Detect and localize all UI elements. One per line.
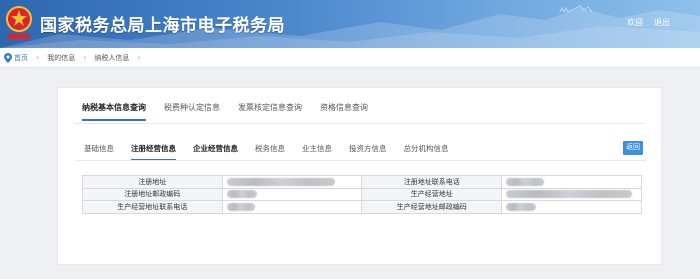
main-card: 纳税基本信息查询 税费种认定信息 发票核定信息查询 资格信息查询 基础信息 注册… — [57, 87, 662, 265]
field-value-redacted — [501, 200, 642, 214]
breadcrumb-my-info[interactable]: 我的信息 — [47, 53, 75, 63]
subtab-investor-info[interactable]: 投资方信息 — [349, 143, 387, 161]
site-header: 国家税务总局上海市电子税务局 欢迎 退出 — [0, 0, 700, 48]
field-label: 注册地址 — [82, 175, 223, 189]
top-tab-bar: 纳税基本信息查询 税费种认定信息 发票核定信息查询 资格信息查询 — [82, 102, 386, 121]
chevron-right-icon: › — [36, 53, 40, 62]
subtab-tax-info[interactable]: 税务信息 — [255, 143, 285, 161]
welcome-text: 欢迎 — [627, 18, 643, 27]
table-row: 生产经营地址联系电话 生产经营地址邮政编码 — [82, 200, 642, 214]
sub-tab-bar: 基础信息 注册经营信息 企业经营信息 税务信息 业主信息 投资方信息 总分机构信… — [84, 143, 466, 161]
subtab-divider — [76, 160, 646, 161]
tab-tax-type-recognition[interactable]: 税费种认定信息 — [164, 102, 220, 121]
breadcrumb: 首页 › 我的信息 › 纳税人信息 › — [0, 48, 700, 68]
return-button[interactable]: 返回 — [623, 141, 643, 155]
location-pin-icon — [4, 52, 12, 63]
registration-info-table: 注册地址 注册地址联系电话 注册地址邮政编码 生产经营地址 生产经营地址联系电话… — [82, 175, 642, 214]
chevron-right-icon: › — [137, 53, 141, 62]
field-label: 注册地址联系电话 — [361, 175, 502, 189]
field-value-redacted — [221, 200, 363, 214]
logout-link[interactable]: 退出 — [654, 17, 670, 28]
tab-invoice-approval[interactable]: 发票核定信息查询 — [238, 102, 302, 121]
breadcrumb-home[interactable]: 首页 — [14, 53, 28, 63]
subtab-registration-info[interactable]: 注册经营信息 — [131, 143, 176, 161]
subtab-branch-info[interactable]: 总分机构信息 — [404, 143, 449, 161]
subtab-owner-info[interactable]: 业主信息 — [302, 143, 332, 161]
breadcrumb-taxpayer-info: 纳税人信息 — [94, 53, 130, 62]
field-value-redacted — [221, 175, 363, 189]
subtab-enterprise-info[interactable]: 企业经营信息 — [193, 143, 238, 161]
field-value-redacted — [501, 175, 642, 189]
tab-qualification-info[interactable]: 资格信息查询 — [320, 102, 368, 121]
field-value-redacted — [221, 187, 363, 201]
tax-emblem-icon — [6, 6, 32, 39]
field-value-redacted — [501, 187, 642, 201]
chevron-right-icon: › — [83, 53, 87, 62]
tab-basic-tax-info[interactable]: 纳税基本信息查询 — [82, 102, 146, 121]
subtab-basic-info[interactable]: 基础信息 — [84, 143, 114, 161]
field-label: 注册地址邮政编码 — [82, 187, 223, 201]
field-label: 生产经营地址 — [361, 187, 502, 201]
field-label: 生产经营地址联系电话 — [82, 200, 223, 214]
field-label: 生产经营地址邮政编码 — [361, 200, 502, 214]
tab-divider — [74, 123, 644, 124]
table-row: 注册地址邮政编码 生产经营地址 — [82, 187, 642, 201]
site-title: 国家税务总局上海市电子税务局 — [40, 16, 285, 36]
table-row: 注册地址 注册地址联系电话 — [82, 175, 642, 189]
